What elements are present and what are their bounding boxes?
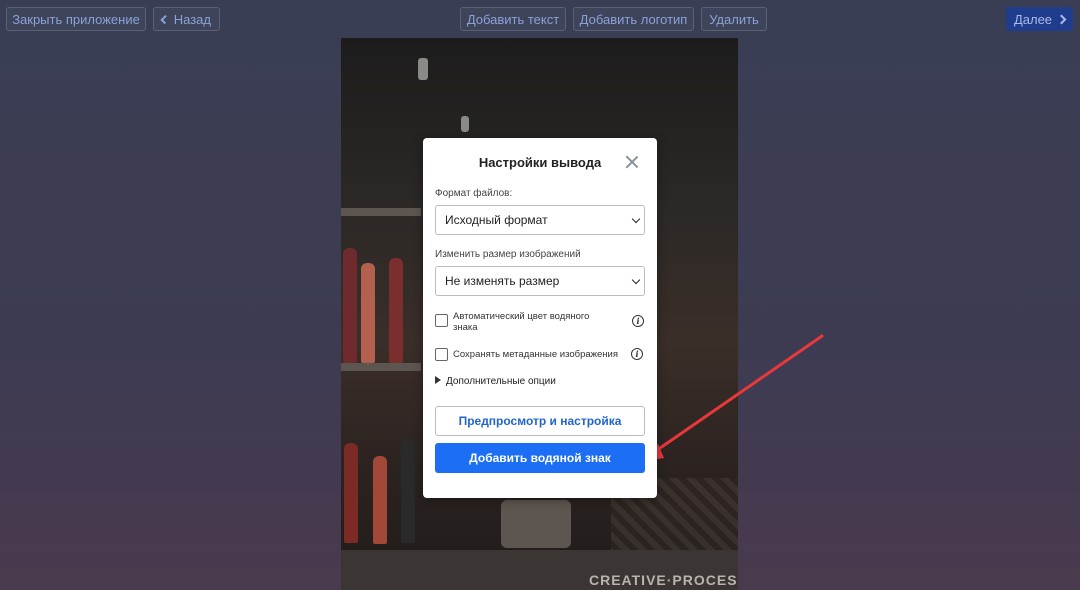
- preview-and-settings-button[interactable]: Предпросмотр и настройка: [435, 406, 645, 436]
- bottle: [389, 258, 403, 363]
- bottle: [401, 438, 415, 543]
- bottle: [343, 248, 357, 363]
- info-icon[interactable]: i: [632, 315, 644, 327]
- more-options-label: Дополнительные опции: [446, 376, 556, 387]
- top-toolbar: Закрыть приложение Назад Добавить текст …: [0, 0, 1080, 38]
- file-format-value: Исходный формат: [445, 213, 548, 227]
- preview-button-label: Предпросмотр и настройка: [458, 414, 622, 428]
- ceiling-light: [461, 116, 469, 132]
- chevron-right-icon: [1056, 14, 1067, 24]
- resize-label: Изменить размер изображений: [435, 249, 581, 260]
- resize-value: Не изменять размер: [445, 274, 560, 288]
- keep-metadata-label: Сохранять метаданные изображения: [453, 349, 618, 360]
- dialog-title: Настройки вывода: [478, 155, 602, 170]
- delete-label: Удалить: [709, 11, 759, 27]
- auto-color-checkbox[interactable]: [435, 314, 448, 327]
- resize-select[interactable]: Не изменять размер: [435, 266, 645, 296]
- close-app-label: Закрыть приложение: [12, 11, 140, 27]
- chevron-left-icon: [160, 14, 170, 25]
- output-settings-dialog: Настройки вывода Формат файлов: Исходный…: [423, 138, 657, 498]
- info-icon[interactable]: i: [631, 348, 643, 360]
- ceiling-light: [418, 58, 428, 80]
- chevron-down-icon: [631, 214, 641, 224]
- chevron-down-icon: [631, 275, 641, 285]
- watermark-text: CREATIVE·PROCESS: [589, 572, 738, 588]
- back-button[interactable]: Назад: [153, 7, 220, 31]
- file-format-label: Формат файлов:: [435, 188, 513, 199]
- file-format-select[interactable]: Исходный формат: [435, 205, 645, 235]
- bottle: [373, 456, 387, 544]
- delete-button[interactable]: Удалить: [701, 7, 767, 31]
- next-button[interactable]: Далее: [1006, 7, 1073, 31]
- keep-metadata-checkbox[interactable]: [435, 348, 448, 361]
- close-icon[interactable]: [625, 155, 639, 169]
- back-label: Назад: [173, 11, 211, 27]
- shelf: [341, 363, 421, 371]
- add-watermark-button[interactable]: Добавить водяной знак: [435, 443, 645, 473]
- app-background: Закрыть приложение Назад Добавить текст …: [0, 0, 1080, 590]
- bottle: [344, 443, 358, 543]
- add-watermark-label: Добавить водяной знак: [469, 451, 611, 465]
- more-options-toggle[interactable]: Дополнительные опции: [435, 376, 556, 387]
- add-text-button[interactable]: Добавить текст: [460, 7, 566, 31]
- close-app-button[interactable]: Закрыть приложение: [6, 7, 146, 31]
- add-logo-label: Добавить логотип: [579, 11, 688, 27]
- triangle-right-icon: [435, 376, 441, 384]
- add-logo-button[interactable]: Добавить логотип: [573, 7, 694, 31]
- bottle: [361, 263, 375, 363]
- shelf: [341, 208, 421, 216]
- cooking-pot: [501, 500, 571, 548]
- next-label: Далее: [1013, 11, 1053, 27]
- auto-color-label: Автоматический цвет водяного знака: [453, 311, 590, 333]
- add-text-label: Добавить текст: [466, 11, 560, 27]
